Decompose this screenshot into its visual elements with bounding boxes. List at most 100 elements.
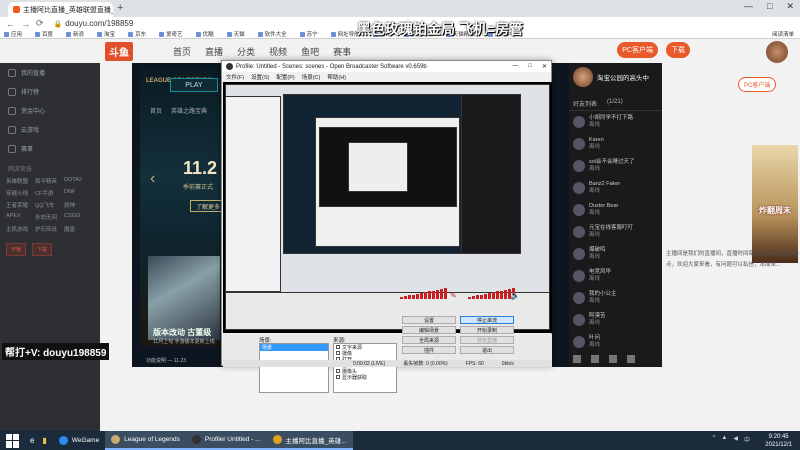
obs-menu-item[interactable]: 帮助(H): [327, 73, 346, 81]
friend-item[interactable]: 爆破鸣 离线: [569, 243, 662, 265]
ime-icon[interactable]: 中: [744, 435, 750, 444]
user-avatar[interactable]: [766, 41, 788, 63]
obs-maximize-icon[interactable]: □: [528, 63, 532, 70]
sidebar-start-live-button[interactable]: 开播: [6, 243, 27, 256]
minimize-icon[interactable]: —: [744, 1, 753, 12]
pc-client-button[interactable]: PC客户端: [617, 42, 658, 58]
site-nav-item[interactable]: 分类: [237, 45, 255, 58]
site-nav-item[interactable]: 首页: [173, 45, 191, 58]
sidebar-item[interactable]: 赛事: [0, 139, 100, 158]
sidebar-category[interactable]: 穿越火线: [6, 187, 35, 199]
obs-plugins-button[interactable]: 插件: [402, 346, 456, 354]
scene-item-selected[interactable]: 场景: [260, 344, 328, 351]
friend-item[interactable]: sol会不会睡过天了 离线: [569, 155, 662, 177]
sidebar-category[interactable]: QQ飞车: [35, 199, 64, 211]
mic-icon[interactable]: ✎: [450, 291, 457, 300]
bookmark-item[interactable]: 京东: [128, 30, 146, 38]
sidebar-download-button[interactable]: 下载: [32, 243, 53, 256]
friend-item[interactable]: Banz2 Faker 离线: [569, 177, 662, 199]
source-checkbox[interactable]: [336, 351, 340, 355]
sidebar-category[interactable]: 英雄联盟: [6, 175, 35, 187]
sidebar-category[interactable]: DOTA2: [64, 175, 93, 187]
source-item[interactable]: 显示器获取: [334, 374, 396, 381]
friend-item[interactable]: 小胡同学不打下路 离线: [569, 111, 662, 133]
source-checkbox[interactable]: [336, 375, 340, 379]
obs-stop-stream-button[interactable]: 停止串流: [460, 316, 514, 324]
obs-global-sources-button[interactable]: 全局来源: [402, 336, 456, 344]
ie-icon[interactable]: e: [30, 436, 34, 445]
bookmark-item[interactable]: 爱奇艺: [159, 30, 183, 38]
pc-client-pill[interactable]: PC客户端: [738, 77, 777, 92]
maximize-icon[interactable]: □: [767, 1, 772, 12]
sidebar-category[interactable]: 魔兽: [64, 223, 93, 235]
network-icon[interactable]: ▲: [721, 435, 727, 444]
sidebar-category[interactable]: APEX: [6, 211, 35, 223]
site-nav-item[interactable]: 直播: [205, 45, 223, 58]
obs-edit-scene-button[interactable]: 编辑场景: [402, 326, 456, 334]
obs-menu-item[interactable]: 配置(P): [276, 73, 294, 81]
obs-start-record-button[interactable]: 开始录制: [460, 326, 514, 334]
friend-item[interactable]: 我的小公主 离线: [569, 287, 662, 309]
browser-tab[interactable]: 主播阿比直播_英雄联盟直播_斗... ×: [8, 2, 113, 17]
volume-icon[interactable]: ◀: [733, 435, 738, 444]
forward-icon[interactable]: →: [21, 19, 30, 29]
obs-menu-item[interactable]: 文件(F): [226, 73, 244, 81]
obs-menu-item[interactable]: 场景(C): [302, 73, 321, 81]
sidebar-category[interactable]: 原神: [64, 199, 93, 211]
reading-list[interactable]: 阅读清单: [772, 30, 794, 38]
sidebar-category[interactable]: CSGO: [64, 211, 93, 223]
download-button[interactable]: 下载: [666, 42, 690, 58]
friend-item[interactable]: Karen 离线: [569, 133, 662, 155]
bookmark-item[interactable]: 百度: [35, 30, 53, 38]
sidebar-category[interactable]: 和平精英: [35, 175, 64, 187]
friend-item[interactable]: 元宝在线客服叮叮 离线: [569, 221, 662, 243]
bookmark-item[interactable]: 天猫: [226, 30, 245, 38]
sidebar-category[interactable]: 炉石传说: [35, 223, 64, 235]
taskbar-app[interactable]: WeGame: [53, 431, 105, 450]
bookmark-item[interactable]: 应用: [4, 30, 22, 38]
taskbar-app[interactable]: Profiler Untitled - ...: [185, 431, 267, 450]
taskbar-app[interactable]: League of Legends: [105, 431, 186, 450]
bookmark-item[interactable]: 优酷: [195, 30, 214, 38]
tray-up-icon[interactable]: ^: [713, 435, 716, 444]
sidebar-category[interactable]: 主机游戏: [6, 223, 35, 235]
source-checkbox[interactable]: [336, 345, 340, 349]
obs-exit-button[interactable]: 退出: [460, 346, 514, 354]
source-checkbox[interactable]: [336, 369, 340, 373]
sidebar-item[interactable]: 云游戏: [0, 120, 100, 139]
sidebar-category[interactable]: CF手游: [35, 187, 64, 199]
windows-start-icon[interactable]: [6, 433, 20, 448]
site-nav-item[interactable]: 视频: [269, 45, 287, 58]
friend-item[interactable]: 叶问 离线: [569, 331, 662, 353]
sidebar-category[interactable]: 王者荣耀: [6, 199, 35, 211]
sidebar-item[interactable]: 我的直播: [0, 63, 100, 82]
reload-icon[interactable]: ⟳: [36, 18, 44, 29]
scenes-list[interactable]: 场景: [259, 343, 329, 393]
friend-item[interactable]: 阿漠苦 离线: [569, 309, 662, 331]
obs-preview-button[interactable]: 预览直播: [460, 336, 514, 344]
obs-close-icon[interactable]: ✕: [542, 63, 547, 70]
taskbar-app[interactable]: 主播阿比直播_英雄...: [266, 431, 353, 450]
sidebar-item[interactable]: 赏金中心: [0, 101, 100, 120]
bookmark-item[interactable]: 网址导航: [330, 30, 360, 38]
bookmark-item[interactable]: 淘宝: [97, 30, 115, 38]
back-icon[interactable]: ←: [6, 19, 15, 29]
friend-item[interactable]: 电竞风华 离线: [569, 265, 662, 287]
sources-list[interactable]: 文字来源摄像打开窗口摄像头显示器获取: [333, 343, 397, 393]
site-nav-item[interactable]: 鱼吧: [301, 45, 319, 58]
site-logo[interactable]: 斗鱼: [105, 41, 133, 61]
bookmark-item[interactable]: 软件大全: [257, 30, 287, 38]
speaker-icon[interactable]: 🔈: [510, 291, 520, 300]
site-nav-item[interactable]: 赛事: [333, 45, 351, 58]
obs-menu-item[interactable]: 设置(S): [251, 73, 269, 81]
promo-banner[interactable]: 炸翻周末: [752, 145, 798, 263]
new-tab-icon[interactable]: +: [117, 2, 123, 14]
file-explorer-icon[interactable]: ▮: [42, 436, 46, 445]
obs-minimize-icon[interactable]: —: [512, 63, 518, 70]
close-icon[interactable]: ✕: [786, 1, 794, 12]
url-field[interactable]: 🔒 douyu.com/198859: [54, 19, 134, 28]
bookmark-item[interactable]: 新浪: [66, 30, 84, 38]
friend-item[interactable]: Duster Bear 离线: [569, 199, 662, 221]
bookmark-item[interactable]: 苏宁: [299, 30, 318, 38]
sidebar-item[interactable]: 排行榜: [0, 82, 100, 101]
